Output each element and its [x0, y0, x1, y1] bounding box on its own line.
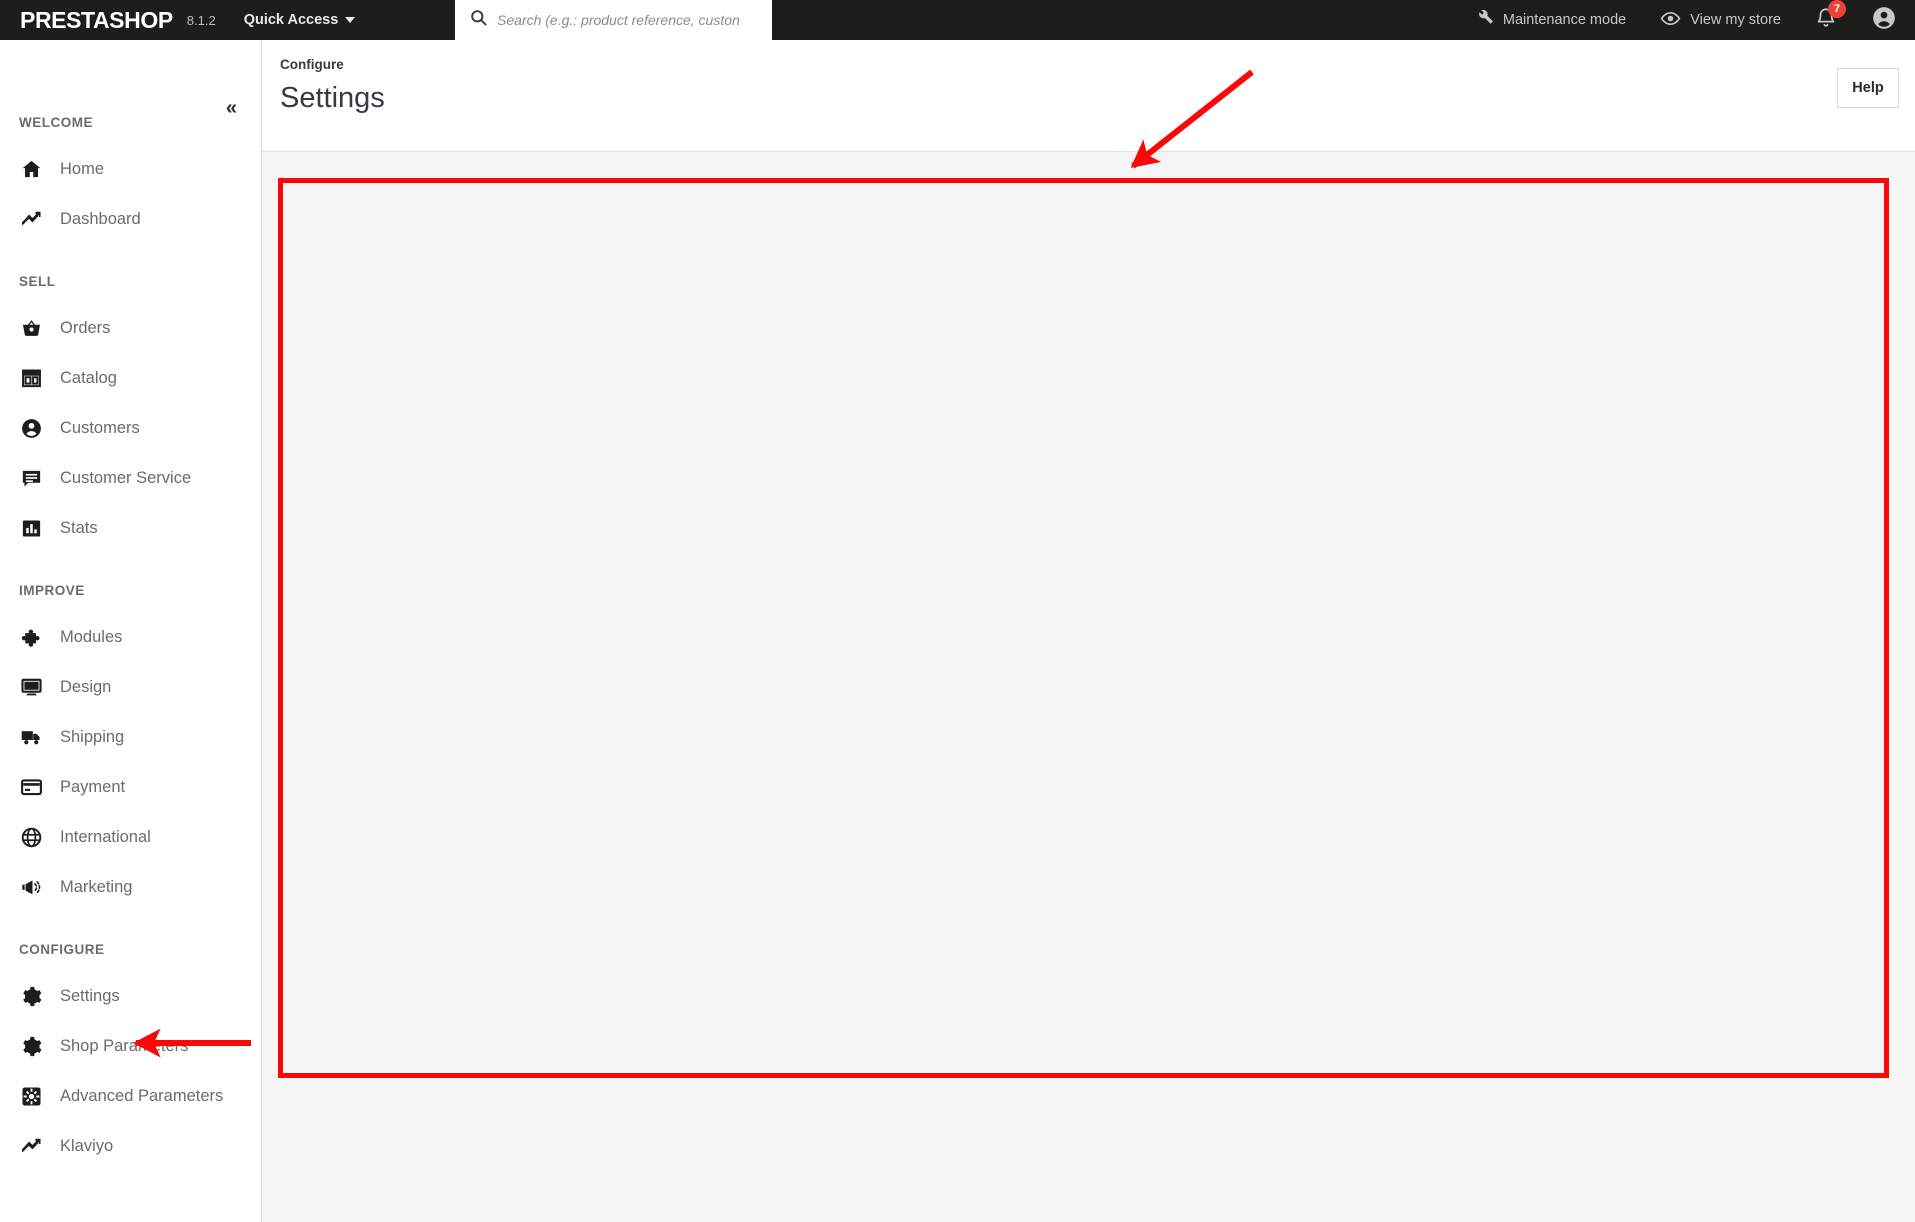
sidebar-item-orders[interactable]: Orders [0, 303, 262, 353]
sidebar-item-shop-parameters[interactable]: Shop Parameters [0, 1021, 262, 1071]
monitor-icon [19, 675, 43, 699]
breadcrumb: Configure [280, 57, 344, 72]
settings-square-icon [19, 1084, 43, 1108]
globe-icon [19, 825, 43, 849]
sidebar-item-klaviyo[interactable]: Klaviyo [0, 1121, 262, 1171]
page-title: Settings [280, 82, 385, 114]
help-button[interactable]: Help [1837, 68, 1899, 108]
sidebar-item-marketing[interactable]: Marketing [0, 862, 262, 912]
main-content-area [262, 152, 1915, 1222]
top-navigation-bar: PRESTASHOP 8.1.2 Quick Access Maintena [0, 0, 1915, 40]
person-circle-icon [19, 416, 43, 440]
sidebar-item-home[interactable]: Home [0, 144, 262, 194]
version-label: 8.1.2 [186, 12, 216, 28]
sidebar-item-design[interactable]: Design [0, 662, 262, 712]
sidebar-item-label: International [60, 827, 151, 846]
trending-up-icon [19, 1134, 43, 1158]
sidebar-section-title: SELL [19, 274, 56, 289]
sidebar-item-catalog[interactable]: Catalog [0, 353, 262, 403]
view-my-store-link[interactable]: View my store [1660, 8, 1781, 33]
content-panel-highlight-box [278, 178, 1889, 1078]
wrench-icon [1475, 9, 1494, 32]
sidebar-item-label: Customers [60, 418, 140, 437]
eye-icon [1660, 8, 1681, 33]
sidebar-item-shipping[interactable]: Shipping [0, 712, 262, 762]
maintenance-mode-label: Maintenance mode [1502, 12, 1627, 28]
sidebar-section-title: IMPROVE [19, 583, 85, 598]
sidebar-item-customers[interactable]: Customers [0, 403, 262, 453]
account-avatar-icon [1871, 5, 1897, 36]
sidebar-navigation: WELCOME Home Dashboard SELL Orders Catalog Cus… [0, 115, 262, 1171]
sidebar-item-label: Modules [60, 627, 123, 646]
bar-chart-icon [19, 516, 43, 540]
sidebar-item-label: Advanced Parameters [60, 1086, 224, 1105]
truck-icon [19, 725, 43, 749]
trending-up-icon [19, 207, 43, 231]
chat-bubble-icon [19, 466, 43, 490]
prestashop-logo[interactable]: PRESTASHOP [20, 7, 173, 34]
sidebar-item-label: Settings [60, 986, 120, 1005]
prestashop-admin-page: PRESTASHOP 8.1.2 Quick Access Maintena [0, 0, 1915, 1222]
sidebar-item-label: Home [60, 159, 105, 178]
sidebar-item-label: Dashboard [60, 209, 141, 228]
credit-card-icon [19, 775, 43, 799]
sidebar-item-label: Stats [60, 518, 98, 537]
sidebar-item-advanced-parameters[interactable]: Advanced Parameters [0, 1071, 262, 1121]
global-search-box[interactable] [455, 0, 772, 40]
notifications-button[interactable]: 7 [1815, 0, 1846, 34]
sidebar-item-label: Klaviyo [60, 1136, 114, 1155]
sidebar-item-international[interactable]: International [0, 812, 262, 862]
main-sidebar: « WELCOME Home Dashboard SELL Orders Catalog C… [0, 40, 262, 1222]
notification-count-badge: 7 [1828, 0, 1846, 18]
sidebar-item-customer-service[interactable]: Customer Service [0, 453, 262, 503]
sidebar-item-dashboard[interactable]: Dashboard [0, 194, 262, 244]
maintenance-mode-link[interactable]: Maintenance mode [1475, 9, 1626, 32]
gear-icon [19, 984, 43, 1008]
sidebar-item-settings[interactable]: Settings [0, 971, 262, 1021]
sidebar-item-label: Customer Service [60, 468, 192, 487]
sidebar-item-label: Orders [60, 318, 111, 337]
page-header: Configure Settings Help [262, 40, 1915, 152]
quick-access-label: Quick Access [243, 12, 339, 28]
sidebar-section-title: CONFIGURE [19, 942, 105, 957]
topbar-right-actions: Maintenance mode View my store 7 [1475, 0, 1915, 40]
puzzle-piece-icon [19, 625, 43, 649]
quick-access-menu[interactable]: Quick Access [244, 12, 356, 28]
gear-icon [19, 1034, 43, 1058]
sidebar-item-payment[interactable]: Payment [0, 762, 262, 812]
sidebar-item-modules[interactable]: Modules [0, 612, 262, 662]
view-my-store-label: View my store [1690, 12, 1781, 28]
sidebar-item-label: Shipping [60, 727, 125, 746]
sidebar-item-label: Catalog [60, 368, 117, 387]
chevron-down-icon [345, 17, 356, 23]
shopping-basket-icon [19, 316, 43, 340]
sidebar-section-title: WELCOME [19, 115, 93, 130]
sidebar-item-label: Marketing [60, 877, 133, 896]
sidebar-item-label: Payment [60, 777, 126, 796]
sidebar-item-label: Shop Parameters [60, 1036, 189, 1055]
store-icon [19, 366, 43, 390]
search-input[interactable] [497, 12, 767, 28]
bell-icon [1815, 8, 1837, 33]
home-icon [19, 157, 43, 181]
megaphone-icon [19, 875, 43, 899]
search-icon [469, 8, 488, 32]
sidebar-item-stats[interactable]: Stats [0, 503, 262, 553]
user-account-button[interactable] [1871, 5, 1897, 36]
sidebar-item-label: Design [60, 677, 112, 696]
